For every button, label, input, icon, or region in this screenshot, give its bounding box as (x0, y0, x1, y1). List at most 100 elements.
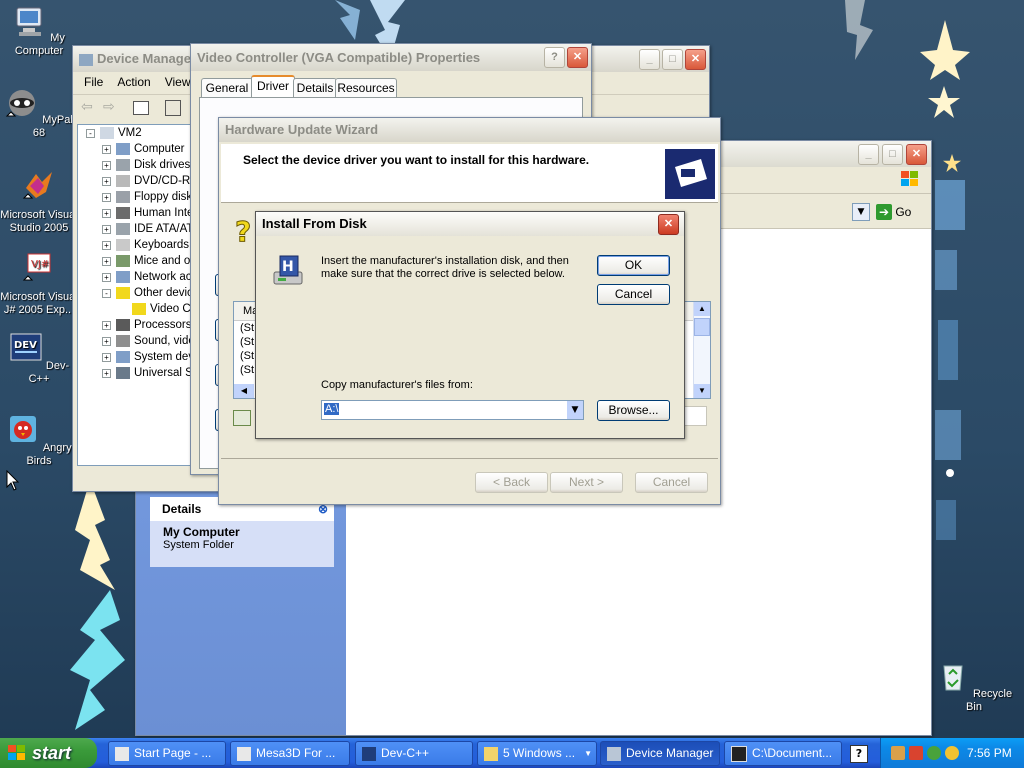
explorer-close-button[interactable]: ✕ (906, 144, 927, 165)
vertical-scrollbar[interactable]: ▲ ▼ (693, 302, 710, 398)
tray-network-icon[interactable] (891, 746, 905, 760)
desktop-icon-my-computer[interactable]: My Computer (0, 4, 78, 58)
expand-icon[interactable]: + (102, 193, 111, 202)
device-category-icon (116, 159, 130, 171)
tree-item[interactable]: + Sound, vide (78, 333, 198, 349)
scroll-down-button[interactable]: ▼ (694, 384, 710, 398)
scroll-up-button[interactable]: ▲ (694, 302, 710, 316)
install-dialog-close-button[interactable]: ✕ (658, 214, 679, 235)
tree-item[interactable]: + Mice and ot (78, 253, 198, 269)
install-dialog-message: Insert the manufacturer's installation d… (321, 255, 569, 280)
expand-icon[interactable]: + (102, 257, 111, 266)
tree-item[interactable]: + Human Inte (78, 205, 198, 221)
show-hide-tree-icon[interactable] (133, 101, 149, 115)
task-device-manager[interactable]: Device Manager (600, 741, 720, 766)
desktop-icon-visual-j[interactable]: VJ# Microsoft Visual J# 2005 Exp... (0, 250, 78, 317)
tree-item[interactable]: Video C (78, 301, 198, 317)
tree-item-label: Video C (150, 303, 191, 315)
start-button[interactable]: start (0, 738, 97, 768)
scroll-thumb[interactable] (694, 318, 710, 336)
go-button[interactable]: ➔ Go (876, 203, 911, 221)
menu-action[interactable]: Action (110, 72, 157, 92)
cancel-button[interactable]: Cancel (597, 284, 670, 305)
expand-icon[interactable]: + (102, 177, 111, 186)
desktop-icon-dev-cpp[interactable]: DEV Dev-C++ (0, 332, 78, 386)
task-command-prompt[interactable]: C:\Document... (724, 741, 842, 766)
tree-item-label: Disk drives (134, 159, 191, 171)
forward-arrow-icon[interactable]: ⇨ (103, 99, 115, 115)
device-tree[interactable]: - VM2 + Computer + Disk drives + DVD/CD-RO + Flop… (77, 124, 199, 466)
path-input[interactable]: A:\ (324, 403, 340, 415)
wallpaper-lightning-left (70, 480, 125, 730)
horizontal-scrollbar[interactable]: ◀ (234, 384, 254, 398)
desktop-icon-mypal[interactable]: MyPal 68 (0, 86, 78, 140)
clock[interactable]: 7:56 PM (967, 738, 1012, 768)
expand-icon[interactable]: + (102, 353, 111, 362)
desktop-icon-label: Microsoft Visual Studio 2005 (0, 209, 78, 234)
dm-maximize-button[interactable]: □ (662, 49, 683, 70)
expand-icon[interactable]: + (102, 369, 111, 378)
tree-item[interactable]: - VM2 (78, 125, 198, 141)
expand-icon[interactable]: + (102, 337, 111, 346)
help-icon[interactable]: ? (850, 745, 868, 763)
back-arrow-icon[interactable]: ⇦ (81, 99, 93, 115)
properties-help-button[interactable]: ? (544, 47, 565, 68)
tree-item[interactable]: + Universal S (78, 365, 198, 381)
browse-button[interactable]: Browse... (597, 400, 670, 421)
tree-item[interactable]: + Computer (78, 141, 198, 157)
ok-button[interactable]: OK (597, 255, 670, 276)
task-mesa3d[interactable]: Mesa3D For ... (230, 741, 350, 766)
tab-driver[interactable]: Driver (251, 75, 295, 99)
collapse-icon[interactable]: - (102, 289, 111, 298)
collapse-icon[interactable]: - (86, 129, 95, 138)
desktop-icon-recycle-bin[interactable]: Recycle Bin (935, 660, 1013, 714)
task-start-page[interactable]: Start Page - ... (108, 741, 226, 766)
chevron-down-icon[interactable]: ▼ (567, 401, 583, 419)
tray-update-icon[interactable] (927, 746, 941, 760)
tree-item[interactable]: + IDE ATA/AT (78, 221, 198, 237)
wizard-back-button[interactable]: < Back (475, 472, 548, 493)
tab-details[interactable]: Details (293, 78, 337, 97)
tab-general[interactable]: General (201, 78, 253, 97)
explorer-minimize-button[interactable]: _ (858, 144, 879, 165)
tray-search-icon[interactable] (945, 746, 959, 760)
tab-resources[interactable]: Resources (335, 78, 397, 97)
properties-icon[interactable] (165, 100, 181, 116)
address-dropdown-button[interactable]: ▼ (852, 203, 870, 221)
tree-item[interactable]: + System dev (78, 349, 198, 365)
wizard-next-button[interactable]: Next > (550, 472, 623, 493)
tree-item[interactable]: + Processors (78, 317, 198, 333)
tree-item[interactable]: - Other devic (78, 285, 198, 301)
tree-item-label: VM2 (118, 127, 142, 139)
tree-item[interactable]: + Disk drives (78, 157, 198, 173)
wizard-cancel-button[interactable]: Cancel (635, 472, 708, 493)
desktop-icon-visual-studio[interactable]: Microsoft Visual Studio 2005 (0, 168, 78, 235)
expand-icon[interactable]: + (102, 321, 111, 330)
expand-icon[interactable]: + (102, 241, 111, 250)
copy-files-label: Copy manufacturer's files from: (321, 379, 473, 391)
task-label: Start Page - ... (134, 746, 212, 760)
menu-file[interactable]: File (77, 72, 110, 92)
tree-item[interactable]: + Floppy disk (78, 189, 198, 205)
tree-item[interactable]: + Keyboards (78, 237, 198, 253)
dm-minimize-button[interactable]: _ (639, 49, 660, 70)
task-windows-explorer-group[interactable]: 5 Windows ... ▼ (477, 741, 597, 766)
task-dev-cpp[interactable]: Dev-C++ (355, 741, 473, 766)
expand-icon[interactable]: + (102, 145, 111, 154)
wizard-header: Select the device driver you want to ins… (221, 144, 718, 203)
tree-item[interactable]: + DVD/CD-RO (78, 173, 198, 189)
path-combobox[interactable]: A:\ ▼ (321, 400, 584, 420)
explorer-maximize-button[interactable]: □ (882, 144, 903, 165)
desktop-icon-label: Recycle Bin (966, 688, 1013, 713)
dm-close-button[interactable]: ✕ (685, 49, 706, 70)
expand-icon[interactable]: + (102, 273, 111, 282)
expand-icon[interactable]: + (102, 225, 111, 234)
tray-security-icon[interactable] (909, 746, 923, 760)
details-name: My Computer (163, 525, 240, 539)
tree-item[interactable]: + Network ac (78, 269, 198, 285)
expand-icon[interactable]: + (102, 209, 111, 218)
desktop-icon-angry-birds[interactable]: Angry Birds (0, 414, 78, 468)
wallpaper-blocks (935, 180, 965, 540)
properties-close-button[interactable]: ✕ (567, 47, 588, 68)
expand-icon[interactable]: + (102, 161, 111, 170)
